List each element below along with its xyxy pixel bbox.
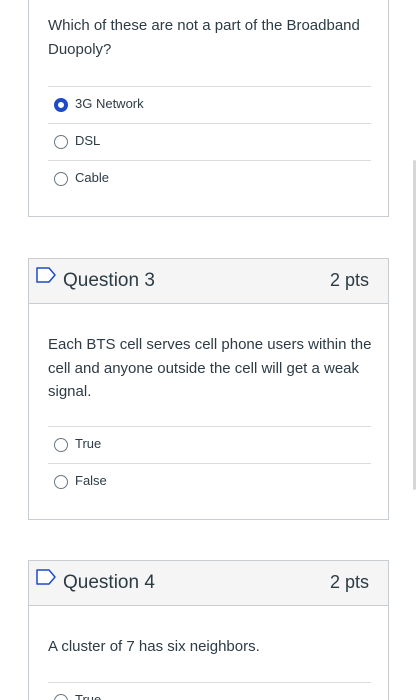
radio-icon[interactable]: [54, 438, 68, 452]
answer-label: False: [75, 473, 107, 488]
radio-icon[interactable]: [54, 135, 68, 149]
answer-label: 3G Network: [75, 96, 144, 111]
answer-label: DSL: [75, 133, 101, 148]
question-title: Question 3: [63, 270, 155, 291]
answer-option-true[interactable]: True: [48, 426, 371, 463]
question-text: Which of these are not a part of the Bro…: [48, 17, 360, 58]
bookmark-icon[interactable]: [36, 267, 56, 283]
answer-label: True: [75, 692, 102, 700]
question-card-2: Which of these are not a part of the Bro…: [28, 0, 389, 217]
answer-option-dsl[interactable]: DSL: [48, 123, 371, 160]
answer-label: True: [75, 436, 102, 451]
question-card-3: Question 3 2 pts Each BTS cell serves ce…: [28, 258, 389, 520]
radio-icon[interactable]: [54, 694, 68, 700]
answer-label: Cable: [75, 170, 109, 185]
radio-icon[interactable]: [54, 475, 68, 489]
radio-selected-icon[interactable]: [54, 98, 68, 112]
question-title: Question 4: [63, 572, 155, 593]
radio-icon[interactable]: [54, 172, 68, 186]
answer-option-false[interactable]: False: [48, 463, 371, 500]
question-points: 2 pts: [329, 572, 369, 592]
answer-option-3g-network[interactable]: 3G Network: [48, 86, 371, 123]
question-text: A cluster of 7 has six neighbors.: [48, 638, 260, 655]
answer-option-true[interactable]: True: [48, 682, 371, 700]
question-points: 2 pts: [329, 270, 369, 290]
quiz-page: Which of these are not a part of the Bro…: [0, 0, 419, 700]
question-header: Question 4 2 pts: [29, 561, 388, 606]
bookmark-icon[interactable]: [36, 569, 56, 585]
question-header: Question 3 2 pts: [29, 259, 388, 304]
question-text: Each BTS cell serves cell phone users wi…: [48, 336, 372, 400]
question-card-4: Question 4 2 pts A cluster of 7 has six …: [28, 560, 389, 700]
scrollbar[interactable]: [413, 160, 416, 490]
answer-option-cable[interactable]: Cable: [48, 160, 371, 197]
